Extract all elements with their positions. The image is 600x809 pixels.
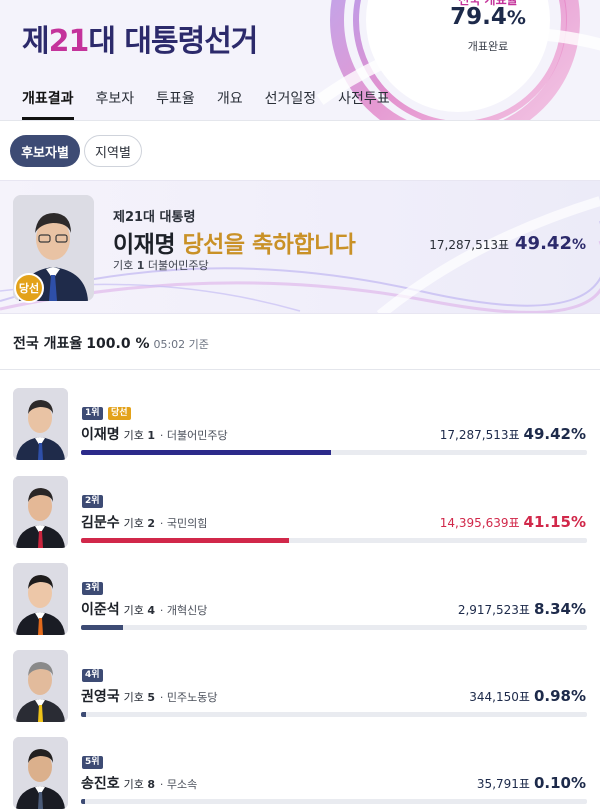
winner-votes: 17,287,513표 49.42% <box>429 233 586 254</box>
vote-share-fill <box>81 712 86 717</box>
candidate-row[interactable]: 4위 권영국 기호 5 · 민주노동당 344,150표 0.98% <box>0 650 600 737</box>
candidate-row[interactable]: 2위 김문수 기호 2 · 국민의힘 14,395,639표 41.15% <box>0 476 600 563</box>
candidate-name-line: 이준석 기호 4 · 개혁신당 <box>81 602 208 618</box>
filter-by-candidate-button[interactable]: 후보자별 <box>10 135 80 167</box>
counting-rate: 79.4% <box>450 4 526 30</box>
tab-turnout[interactable]: 투표율 <box>156 86 195 120</box>
main-tabs: 개표결과 후보자 투표율 개요 선거일정 사전투표 <box>22 86 390 120</box>
rank-badge: 2위 <box>82 495 103 508</box>
candidate-name: 송진호 <box>81 776 120 792</box>
vote-share-bar <box>81 799 587 804</box>
vote-share-fill <box>81 799 86 804</box>
candidate-party: · 무소속 <box>159 778 198 791</box>
tab-results[interactable]: 개표결과 <box>22 86 74 120</box>
tab-schedule[interactable]: 선거일정 <box>265 86 317 120</box>
candidate-row[interactable]: 5위 송진호 기호 8 · 무소속 35,791표 0.10% <box>0 737 600 809</box>
candidate-party: · 더불어민주당 <box>159 429 228 442</box>
tab-early-voting[interactable]: 사전투표 <box>338 86 390 120</box>
rank-badge: 3위 <box>82 582 103 595</box>
candidate-party: · 국민의힘 <box>159 517 208 530</box>
candidate-votes: 2,917,523표 8.34% <box>457 600 586 618</box>
candidate-name-line: 송진호 기호 8 · 무소속 <box>81 776 198 792</box>
candidate-name: 이재명 <box>81 427 120 443</box>
candidate-votes: 14,395,639표 41.15% <box>439 513 586 531</box>
winner-headline: 이재명 당선을 축하합니다 <box>113 232 356 258</box>
candidate-votes: 35,791표 0.10% <box>476 774 586 792</box>
elected-badge: 당선 <box>14 273 44 303</box>
rank-badge: 1위 <box>82 407 103 420</box>
candidate-photo <box>13 650 68 722</box>
candidate-name: 이준석 <box>81 602 120 618</box>
portrait-image <box>13 650 68 722</box>
candidate-party: · 개혁신당 <box>159 604 208 617</box>
vote-share-bar <box>81 450 587 455</box>
candidate-photo <box>13 388 68 460</box>
candidate-name-line: 권영국 기호 5 · 민주노동당 <box>81 689 218 705</box>
counting-rate-panel: 전국 개표율 79.4% 개표완료 <box>432 0 544 66</box>
rank-badge: 4위 <box>82 669 103 682</box>
candidate-row[interactable]: 3위 이준석 기호 4 · 개혁신당 2,917,523표 8.34% <box>0 563 600 650</box>
portrait-image <box>13 476 68 548</box>
candidate-name: 권영국 <box>81 689 120 705</box>
divider <box>0 369 600 370</box>
winner-kicker: 제21대 대통령 <box>113 210 196 225</box>
page-title: 제21대 대통령선거 <box>22 24 258 59</box>
tab-overview[interactable]: 개요 <box>217 86 243 120</box>
nationwide-counting-rate: 전국 개표율 100.0 % 05:02 기준 <box>13 336 209 352</box>
vote-share-fill <box>81 625 124 630</box>
candidate-votes: 17,287,513표 49.42% <box>439 425 586 443</box>
counting-status: 개표완료 <box>467 40 509 53</box>
election-header: 제21대 대통령선거 전국 개표율 79.4% 개표완료 개표결과 후보자 투표… <box>0 0 600 120</box>
candidate-party: · 민주노동당 <box>159 691 218 704</box>
candidate-name-line: 김문수 기호 2 · 국민의힘 <box>81 515 208 531</box>
vote-share-bar <box>81 625 587 630</box>
candidate-name: 김문수 <box>81 515 120 531</box>
tab-candidates[interactable]: 후보자 <box>96 86 135 120</box>
divider <box>0 120 600 121</box>
elected-badge: 당선 <box>108 407 131 420</box>
winner-meta: 기호 1 더불어민주당 <box>113 259 209 272</box>
candidate-photo <box>13 476 68 548</box>
vote-share-fill <box>81 450 332 455</box>
vote-share-bar <box>81 538 587 543</box>
portrait-image <box>13 563 68 635</box>
rank-badge: 5위 <box>82 756 103 769</box>
portrait-image <box>13 388 68 460</box>
portrait-image <box>13 737 68 809</box>
candidate-photo <box>13 737 68 809</box>
winner-banner: 당선 제21대 대통령 이재명 당선을 축하합니다 기호 1 더불어민주당 17… <box>0 180 600 314</box>
candidate-row[interactable]: 1위 당선 이재명 기호 1 · 더불어민주당 17,287,513표 49.42% <box>0 388 600 475</box>
vote-share-fill <box>81 538 290 543</box>
candidate-photo <box>13 563 68 635</box>
filter-by-region-button[interactable]: 지역별 <box>84 135 142 167</box>
vote-share-bar <box>81 712 587 717</box>
candidate-votes: 344,150표 0.98% <box>469 687 586 705</box>
candidate-name-line: 이재명 기호 1 · 더불어민주당 <box>81 427 228 443</box>
